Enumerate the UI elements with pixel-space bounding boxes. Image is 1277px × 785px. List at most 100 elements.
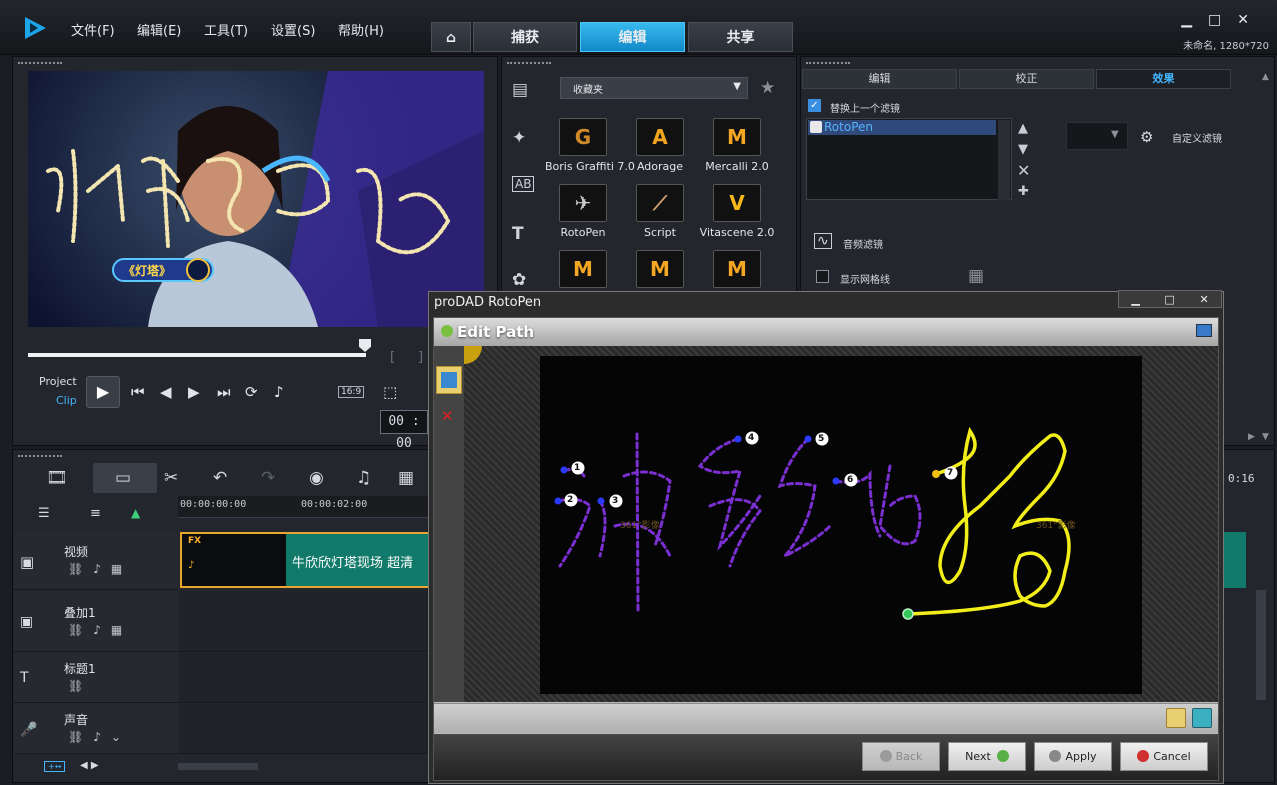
tools-icon[interactable]: ✂ <box>164 468 178 488</box>
add-path-button[interactable] <box>436 366 462 394</box>
maximize-icon[interactable]: □ <box>1208 12 1237 28</box>
menu-help[interactable]: 帮助(H) <box>338 20 384 39</box>
library-dropdown[interactable]: 收藏夹 ▼ <box>560 77 748 99</box>
delete-filter-icon[interactable]: ✕ <box>1017 161 1030 180</box>
track-controls[interactable]: ⛓ <box>68 679 93 693</box>
show-grid-checkbox[interactable] <box>816 270 829 283</box>
panel-grip[interactable] <box>806 62 850 66</box>
purple-path[interactable] <box>556 432 922 613</box>
path-canvas[interactable]: 1 2 3 4 5 6 7 361°影像 361°影像 <box>540 356 1142 694</box>
aspect-ratio-button[interactable]: 16:9 <box>338 386 365 398</box>
track-manager-icon[interactable]: ☰ <box>38 506 50 521</box>
timeline-view-icon[interactable]: ▭ <box>115 468 131 488</box>
control-points[interactable] <box>554 435 941 505</box>
clip-mode-label[interactable]: Clip <box>56 394 77 407</box>
menu-settings[interactable]: 设置(S) <box>271 20 315 39</box>
timeline-vscroll[interactable] <box>1256 590 1266 700</box>
maximize-icon[interactable]: □ <box>1164 293 1174 306</box>
path-start-point[interactable] <box>902 608 914 620</box>
track-controls[interactable]: ⛓♪▦ <box>68 562 132 576</box>
scroll-down-icon[interactable]: ▼ <box>1262 432 1269 442</box>
home-button[interactable]: ⌂ <box>431 22 471 52</box>
add-keyframe-icon[interactable]: ✚ <box>1018 184 1029 199</box>
menu-tools[interactable]: 工具(T) <box>204 20 248 39</box>
repeat-icon[interactable]: ⟳ <box>245 383 258 401</box>
effect-item[interactable]: A Adorage <box>622 118 698 182</box>
home-start-icon[interactable]: ⏮ <box>131 383 145 401</box>
ripple-edit-icon[interactable]: ▲ <box>131 506 140 520</box>
delete-path-icon[interactable]: ✕ <box>441 407 454 425</box>
track-head-overlay[interactable] <box>14 591 178 652</box>
audio-filter-label[interactable]: 音频滤镜 <box>843 236 883 251</box>
track-head-video[interactable] <box>14 532 178 590</box>
custom-filter-icon[interactable]: ⚙ <box>1140 128 1153 146</box>
panel-grip[interactable] <box>18 455 62 459</box>
tab-effects[interactable]: 效果 <box>1096 69 1231 89</box>
replace-filter-checkbox[interactable]: ✓ <box>808 99 821 112</box>
next-frame-icon[interactable]: ▶ <box>188 383 200 401</box>
sound-mixer-icon[interactable]: ♫ <box>356 468 371 488</box>
preset-dropdown[interactable]: ▼ <box>1066 122 1128 150</box>
effect-item[interactable]: ⟋ Script <box>622 184 698 248</box>
transition-icon[interactable]: ✦ <box>512 128 526 148</box>
tab-capture[interactable]: 捕获 <box>473 22 577 52</box>
volume-icon[interactable]: ♪ <box>274 383 284 401</box>
zoom-out-icon[interactable]: ◀ ▶ <box>80 760 99 771</box>
close-icon[interactable]: ✕ <box>1237 12 1265 28</box>
menu-edit[interactable]: 编辑(E) <box>137 20 181 39</box>
move-down-icon[interactable]: ▼ <box>1018 142 1028 157</box>
effect-item[interactable]: G Boris Graffiti 7.0 <box>545 118 635 182</box>
overlay-track-area[interactable] <box>179 591 431 652</box>
effect-item[interactable]: M <box>699 250 775 288</box>
scrub-bar[interactable] <box>28 353 366 357</box>
audio-filter-icon[interactable]: ∿ <box>814 233 832 249</box>
crop-icon[interactable]: ⬚ <box>383 383 397 401</box>
eye-icon[interactable] <box>810 121 822 133</box>
title-icon[interactable]: AB <box>512 176 535 192</box>
track-head-voice[interactable] <box>14 704 178 754</box>
custom-filter-label[interactable]: 自定义滤镜 <box>1172 130 1222 145</box>
back-button[interactable]: Back <box>862 742 940 771</box>
minimize-icon[interactable]: ▁ <box>1131 293 1139 306</box>
media-library-icon[interactable]: ▤ <box>512 80 528 100</box>
window-controls[interactable]: ▁□✕ <box>1181 12 1265 28</box>
tab-edit[interactable]: 编辑 <box>580 22 685 52</box>
timecode-display[interactable]: 00 : 00 <box>380 410 428 451</box>
zoom-fit-button[interactable]: +↔ <box>44 761 66 772</box>
chapter-icon[interactable]: ≡ <box>90 506 101 521</box>
move-up-icon[interactable]: ▲ <box>1018 121 1028 136</box>
project-mode-label[interactable]: Project <box>39 375 77 388</box>
effect-item[interactable]: M <box>622 250 698 288</box>
filter-icon[interactable]: ✿ <box>512 270 526 290</box>
help-icon[interactable] <box>1192 708 1212 728</box>
menu-file[interactable]: 文件(F) <box>71 20 115 39</box>
voice-track-area[interactable] <box>179 704 431 754</box>
record-capture-icon[interactable]: ◉ <box>309 468 324 488</box>
play-button[interactable]: ▶ <box>86 376 120 408</box>
effect-item[interactable]: M <box>545 250 621 288</box>
tab-edit-options[interactable]: 编辑 <box>802 69 957 89</box>
end-icon[interactable]: ⏭ <box>217 383 231 401</box>
track-controls[interactable]: ⛓♪⌄ <box>68 730 131 744</box>
panel-grip[interactable] <box>18 62 62 66</box>
effect-item[interactable]: ✈ RotoPen <box>545 184 621 248</box>
effect-item[interactable]: V Vitascene 2.0 <box>699 184 775 248</box>
tab-share[interactable]: 共享 <box>688 22 793 52</box>
timeline-hscroll[interactable] <box>178 763 258 770</box>
title-track-area[interactable] <box>179 653 431 703</box>
monitor-icon[interactable] <box>1196 324 1212 337</box>
dialog-window-controls[interactable]: ▁ □ ✕ <box>1118 290 1222 308</box>
undo-icon[interactable]: ↶ <box>213 468 227 488</box>
storyboard-view-icon[interactable]: 🎞 <box>46 468 68 488</box>
prev-frame-icon[interactable]: ◀ <box>160 383 172 401</box>
redo-icon[interactable]: ↷ <box>261 468 275 488</box>
apply-button[interactable]: Apply <box>1034 742 1112 771</box>
scroll-up-icon[interactable]: ▲ <box>1262 72 1269 82</box>
trim-end-icon[interactable]: ] <box>418 350 423 365</box>
add-favorite-icon[interactable]: ★ <box>760 78 775 98</box>
track-head-title[interactable] <box>14 653 178 703</box>
settings-icon[interactable] <box>1166 708 1186 728</box>
effect-item[interactable]: M Mercalli 2.0 <box>699 118 775 182</box>
text-icon[interactable]: T <box>512 224 524 244</box>
tab-correction[interactable]: 校正 <box>959 69 1094 89</box>
